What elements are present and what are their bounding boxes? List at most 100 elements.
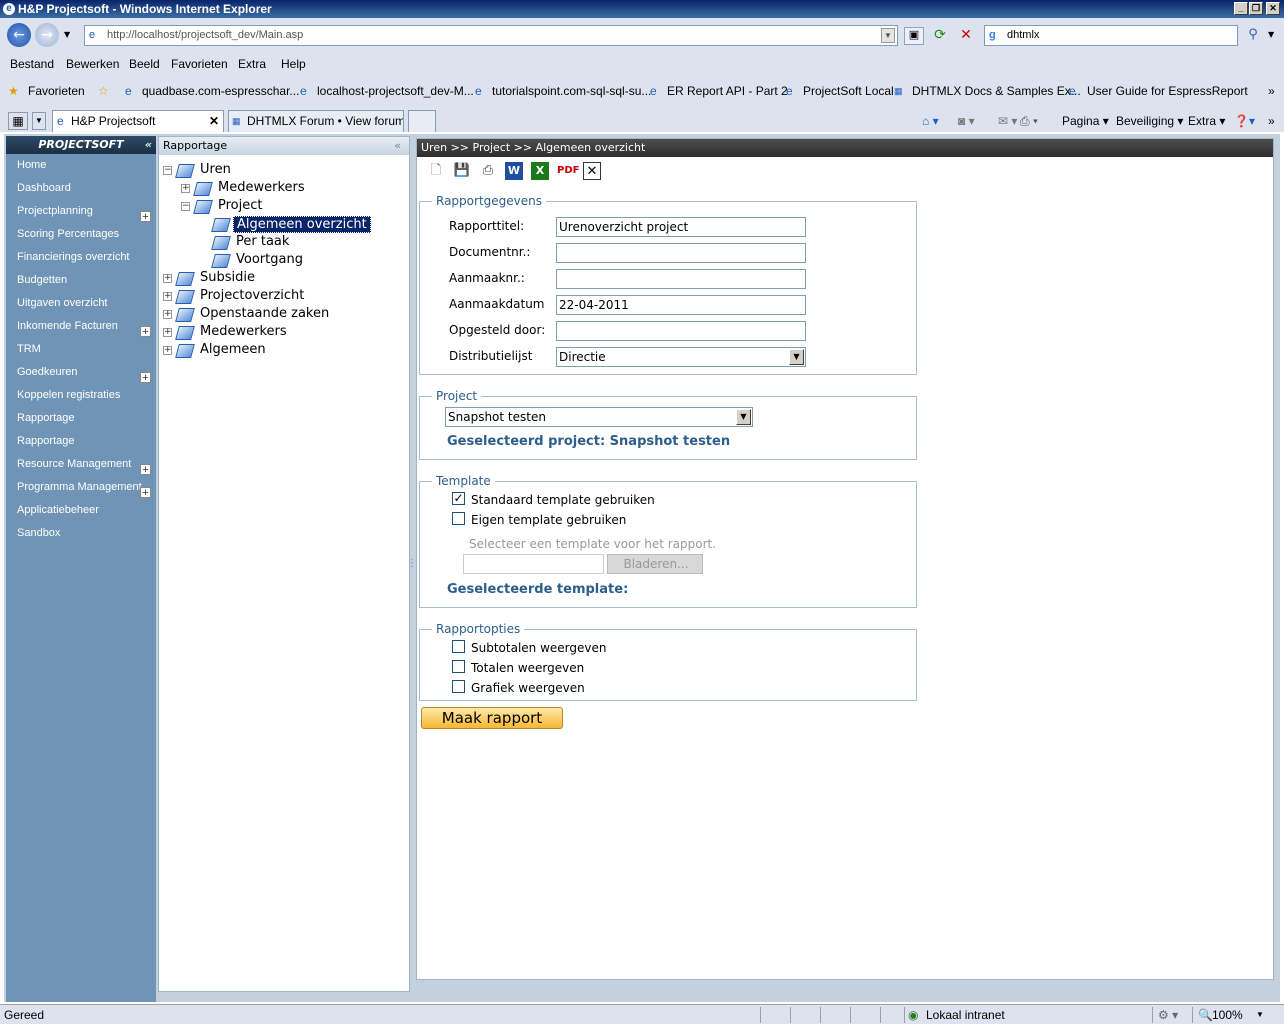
subtotals-checkbox[interactable] xyxy=(452,640,465,653)
expand-icon[interactable]: + xyxy=(163,292,172,301)
menu-extra[interactable]: Extra xyxy=(238,54,266,74)
menu-bestand[interactable]: Bestand xyxy=(10,54,54,74)
favorite-link-5[interactable]: ProjectSoft Local xyxy=(803,80,894,102)
favorite-link-1[interactable]: quadbase.com-espresschar... xyxy=(142,80,299,102)
menu-bewerken[interactable]: Bewerken xyxy=(66,54,119,74)
expand-icon[interactable]: + xyxy=(181,184,190,193)
home-icon[interactable]: ⌂ ▾ xyxy=(922,112,939,130)
favorite-link-2[interactable]: localhost-projectsoft_dev-M... xyxy=(317,80,474,102)
favorites-overflow-icon[interactable]: » xyxy=(1268,80,1275,102)
back-button[interactable]: ← xyxy=(7,23,31,47)
chevron-down-icon[interactable]: ▼ xyxy=(789,349,804,365)
chevron-down-icon[interactable]: ▼ xyxy=(736,409,751,425)
collapse-icon[interactable]: − xyxy=(181,202,190,211)
favorite-link-3[interactable]: tutorialspoint.com-sql-sql-su... xyxy=(492,80,651,102)
quick-tabs-icon[interactable]: ▦ xyxy=(8,112,28,130)
favorite-link-4[interactable]: ER Report API - Part 2 xyxy=(667,80,788,102)
sidebar-item-rapportage[interactable]: Rapportage xyxy=(6,435,156,458)
report-title-input[interactable]: Urenoverzicht project xyxy=(556,217,806,237)
sidebar-item-scoring-percentages[interactable]: Scoring Percentages xyxy=(6,228,156,251)
sidebar-item-home[interactable]: Home xyxy=(6,159,156,182)
sidebar-item-goedkeuren[interactable]: Goedkeuren + xyxy=(6,366,156,389)
history-dropdown-icon[interactable]: ▼ xyxy=(64,30,70,39)
docnr-input[interactable] xyxy=(556,243,806,263)
compat-view-icon[interactable]: ▣ xyxy=(904,27,924,45)
expand-icon[interactable]: + xyxy=(163,328,172,337)
print-icon[interactable]: ⎙ ▾ xyxy=(1020,112,1038,130)
protected-mode-icon[interactable]: ⚙ ▾ xyxy=(1158,1005,1178,1025)
expand-icon[interactable]: + xyxy=(140,326,151,338)
collapse-sidebar-icon[interactable]: « xyxy=(145,136,152,154)
address-dropdown-icon[interactable]: ▼ xyxy=(881,28,895,43)
minimize-button[interactable]: _ xyxy=(1234,2,1248,15)
stop-icon[interactable]: ✕ xyxy=(956,27,976,45)
save-icon[interactable]: 💾 xyxy=(453,162,471,180)
forward-button[interactable]: → xyxy=(35,23,59,47)
menu-beveiliging[interactable]: Beveiliging ▾ xyxy=(1116,112,1183,130)
sidebar-item-resource-management[interactable]: Resource Management + xyxy=(6,458,156,481)
collapse-tree-icon[interactable]: « xyxy=(394,137,401,155)
search-options-icon[interactable]: ▼ xyxy=(1268,30,1274,39)
sidebar-item-budgetten[interactable]: Budgetten xyxy=(6,274,156,297)
toolbar-overflow-icon[interactable]: » xyxy=(1268,112,1275,130)
expand-icon[interactable]: + xyxy=(140,372,151,384)
standard-template-checkbox[interactable]: ✓ xyxy=(452,492,465,505)
excel-export-icon[interactable]: X xyxy=(531,162,549,180)
tab-dhtmlx-forum[interactable]: ▦ DHTMLX Forum • View forum... xyxy=(228,110,404,132)
search-input[interactable]: g dhtmlx xyxy=(984,25,1238,46)
help-icon[interactable]: ❓▾ xyxy=(1234,112,1255,130)
sidebar-item-projectplanning[interactable]: Projectplanning + xyxy=(6,205,156,228)
sidebar-item-trm[interactable]: TRM xyxy=(6,343,156,366)
mail-icon[interactable]: ✉ ▾ xyxy=(998,112,1017,130)
pdf-export-icon[interactable]: PDF xyxy=(557,162,579,180)
favorites-button[interactable]: Favorieten xyxy=(28,80,85,102)
totals-checkbox[interactable] xyxy=(452,660,465,673)
expand-icon[interactable]: + xyxy=(140,464,151,476)
expand-icon[interactable]: + xyxy=(140,487,151,499)
aanmaaknr-input[interactable] xyxy=(556,269,806,289)
menu-pagina[interactable]: Pagina ▾ xyxy=(1062,112,1109,130)
author-input[interactable] xyxy=(556,321,806,341)
search-go-icon[interactable]: ⚲ xyxy=(1242,27,1264,45)
print-icon[interactable]: ⎙ xyxy=(479,162,497,180)
new-document-icon[interactable]: 🗋 xyxy=(427,162,445,180)
sidebar-item-rapportage[interactable]: Rapportage xyxy=(6,412,156,435)
make-report-button[interactable]: Maak rapport xyxy=(421,707,563,729)
address-bar[interactable]: e http://localhost/projectsoft_dev/Main.… xyxy=(84,25,898,46)
distribution-select[interactable]: Directie ▼ xyxy=(556,347,806,367)
sidebar-item-applicatiebeheer[interactable]: Applicatiebeheer xyxy=(6,504,156,527)
new-tab-button[interactable] xyxy=(408,110,436,132)
expand-icon[interactable]: + xyxy=(163,346,172,355)
sidebar-item-inkomende-facturen[interactable]: Inkomende Facturen + xyxy=(6,320,156,343)
tab-list-icon[interactable]: ▼ xyxy=(32,112,46,130)
menu-extra-toolbar[interactable]: Extra ▾ xyxy=(1188,112,1225,130)
own-template-checkbox[interactable] xyxy=(452,512,465,525)
template-file-input[interactable] xyxy=(463,554,604,574)
zoom-level[interactable]: 100% xyxy=(1212,1005,1243,1025)
project-select[interactable]: Snapshot testen ▼ xyxy=(445,407,753,427)
menu-favorieten[interactable]: Favorieten xyxy=(171,54,228,74)
collapse-icon[interactable]: − xyxy=(163,166,172,175)
expand-icon[interactable]: + xyxy=(140,211,151,223)
sidebar-item-koppelen-registraties[interactable]: Koppelen registraties xyxy=(6,389,156,412)
sidebar-item-dashboard[interactable]: Dashboard xyxy=(6,182,156,205)
sidebar-item-uitgaven-overzicht[interactable]: Uitgaven overzicht xyxy=(6,297,156,320)
sidebar-item-financierings-overzicht[interactable]: Financierings overzicht xyxy=(6,251,156,274)
feeds-icon[interactable]: ◙ ▾ xyxy=(958,112,975,130)
close-window-button[interactable]: ✕ xyxy=(1266,2,1280,15)
graph-checkbox[interactable] xyxy=(452,680,465,693)
menu-beeld[interactable]: Beeld xyxy=(129,54,160,74)
browse-button[interactable]: Bladeren... xyxy=(607,554,703,574)
email-icon[interactable]: ✕ xyxy=(583,162,601,180)
expand-icon[interactable]: + xyxy=(163,274,172,283)
close-tab-icon[interactable]: ✕ xyxy=(209,111,219,131)
zoom-dropdown-icon[interactable]: ▼ xyxy=(1256,1005,1264,1025)
refresh-icon[interactable]: ⟳ xyxy=(930,27,950,45)
add-favorite-icon[interactable]: ☆ xyxy=(98,80,109,102)
expand-icon[interactable]: + xyxy=(163,310,172,319)
sidebar-item-programma-management[interactable]: Programma Management + xyxy=(6,481,156,504)
date-input[interactable]: 22-04-2011 xyxy=(556,295,806,315)
word-export-icon[interactable]: W xyxy=(505,162,523,180)
menu-help[interactable]: Help xyxy=(281,54,306,74)
tab-projectsoft[interactable]: e H&P Projectsoft ✕ xyxy=(52,110,224,132)
